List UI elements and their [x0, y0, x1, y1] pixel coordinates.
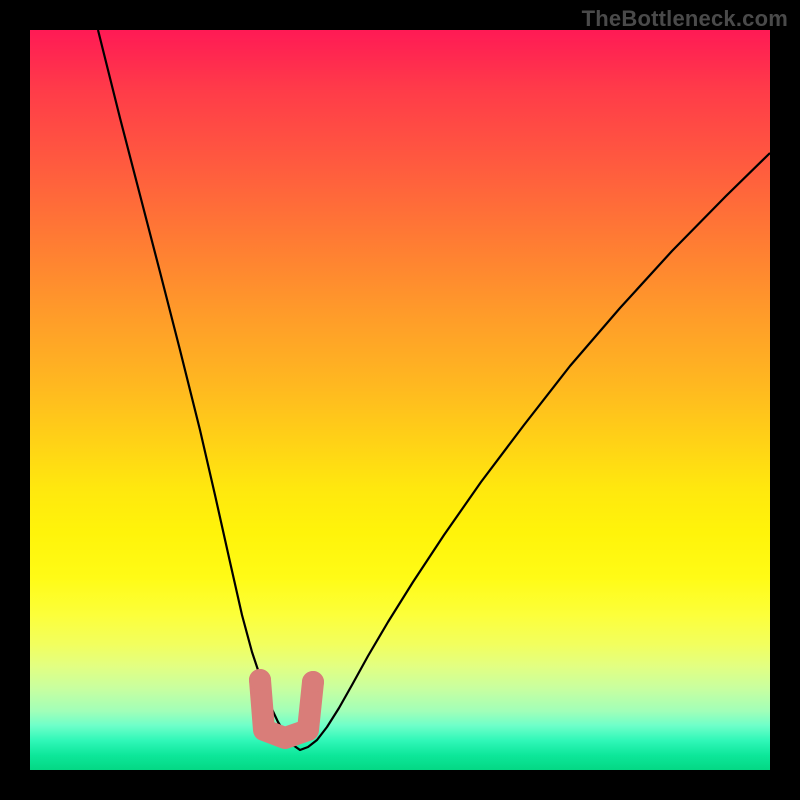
highlight-marker [249, 669, 324, 738]
curve-layer [30, 30, 770, 770]
chart-frame: TheBottleneck.com [0, 0, 800, 800]
plot-area [30, 30, 770, 770]
watermark: TheBottleneck.com [582, 6, 788, 32]
bottleneck-curve [98, 30, 770, 750]
